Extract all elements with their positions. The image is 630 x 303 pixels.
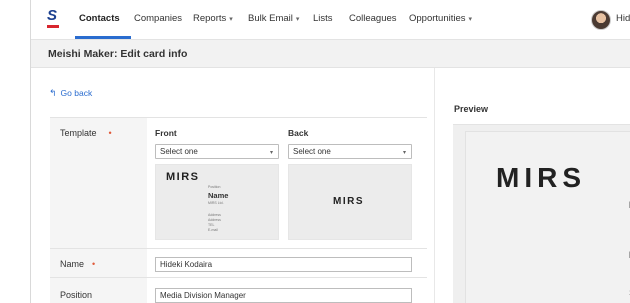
top-nav: S Contacts Companies Reports ▾ Bulk Email… xyxy=(31,0,630,40)
thumb-tel: TEL xyxy=(208,223,215,227)
thumb-email: E-mail xyxy=(208,228,218,232)
preview-panel: MIRS M H M 1 S xyxy=(453,124,630,303)
template-label: Template • xyxy=(60,128,112,138)
thumb-company: MIRS Ltd. xyxy=(208,201,224,205)
front-template-select[interactable]: Select one ▾ xyxy=(155,144,279,159)
app-logo[interactable]: S xyxy=(47,7,61,29)
back-heading: Back xyxy=(288,128,309,138)
back-select-value: Select one xyxy=(293,147,331,156)
thumb-logo: MIRS xyxy=(333,196,364,207)
nav-colleagues-label: Colleagues xyxy=(349,13,397,24)
required-marker: • xyxy=(108,128,112,138)
logo-letter: S xyxy=(47,7,58,24)
nav-reports[interactable]: Reports ▾ xyxy=(193,13,233,26)
position-row: Position Media Division Manager xyxy=(50,278,427,303)
nav-colleagues[interactable]: Colleagues xyxy=(349,13,397,25)
back-arrow-icon: ↰ xyxy=(49,88,57,98)
page-title: Meishi Maker: Edit card info xyxy=(48,48,188,60)
nav-reports-label: Reports xyxy=(193,13,227,24)
thumb-address-2: Address xyxy=(208,218,221,222)
nav-lists-label: Lists xyxy=(313,13,333,24)
nav-lists[interactable]: Lists xyxy=(313,13,333,25)
name-label-text: Name xyxy=(60,259,85,269)
chevron-down-icon: ▾ xyxy=(468,16,473,23)
front-card-thumbnail[interactable]: MIRS Position Name MIRS Ltd. Address Add… xyxy=(155,164,279,240)
template-row: Template • Front Select one ▾ MIRS Positi… xyxy=(50,118,427,249)
go-back-link[interactable]: ↰ Go back xyxy=(49,88,92,99)
nav-opportunities-label: Opportunities xyxy=(409,13,466,24)
user-avatar[interactable] xyxy=(591,10,611,30)
back-template-select[interactable]: Select one ▾ xyxy=(288,144,412,159)
title-bar: Meishi Maker: Edit card info xyxy=(31,40,630,68)
preview-logo: MIRS xyxy=(496,162,586,193)
template-label-text: Template xyxy=(60,128,97,138)
nav-contacts-label: Contacts xyxy=(79,13,120,24)
back-card-thumbnail[interactable]: MIRS xyxy=(288,164,412,240)
preview-card: MIRS M H M 1 S xyxy=(465,131,630,303)
position-label: Position xyxy=(60,290,93,300)
nav-bulk-email-label: Bulk Email xyxy=(248,13,293,24)
column-divider xyxy=(434,68,435,303)
name-input[interactable]: Hideki Kodaira xyxy=(155,257,412,272)
front-select-value: Select one xyxy=(160,147,198,156)
required-marker: • xyxy=(92,259,96,269)
thumb-position: Position xyxy=(208,185,221,189)
nav-contacts[interactable]: Contacts xyxy=(79,13,120,25)
thumb-logo: MIRS xyxy=(166,171,200,183)
chevron-down-icon: ▾ xyxy=(402,150,406,156)
app-frame: S Contacts Companies Reports ▾ Bulk Email… xyxy=(30,0,630,303)
nav-opportunities[interactable]: Opportunities ▾ xyxy=(409,13,472,26)
position-input-value: Media Division Manager xyxy=(160,291,246,300)
chevron-down-icon: ▾ xyxy=(269,150,273,156)
front-heading: Front xyxy=(155,128,177,138)
name-input-value: Hideki Kodaira xyxy=(160,260,213,269)
user-name[interactable]: Hide xyxy=(616,13,630,24)
active-tab-indicator xyxy=(75,36,131,39)
name-label: Name • xyxy=(60,259,95,269)
chevron-down-icon: ▾ xyxy=(295,16,300,23)
thumb-name: Name xyxy=(208,191,229,200)
position-input[interactable]: Media Division Manager xyxy=(155,288,412,303)
nav-companies[interactable]: Companies xyxy=(134,13,182,25)
nav-bulk-email[interactable]: Bulk Email ▾ xyxy=(248,13,299,26)
thumb-address-1: Address xyxy=(208,213,221,217)
card-info-form: Template • Front Select one ▾ MIRS Positi… xyxy=(50,117,427,303)
go-back-label: Go back xyxy=(60,88,93,98)
chevron-down-icon: ▾ xyxy=(229,16,233,23)
logo-underline xyxy=(47,25,59,28)
nav-companies-label: Companies xyxy=(134,13,183,24)
preview-title: Preview xyxy=(454,104,489,114)
name-row: Name • Hideki Kodaira xyxy=(50,249,427,278)
